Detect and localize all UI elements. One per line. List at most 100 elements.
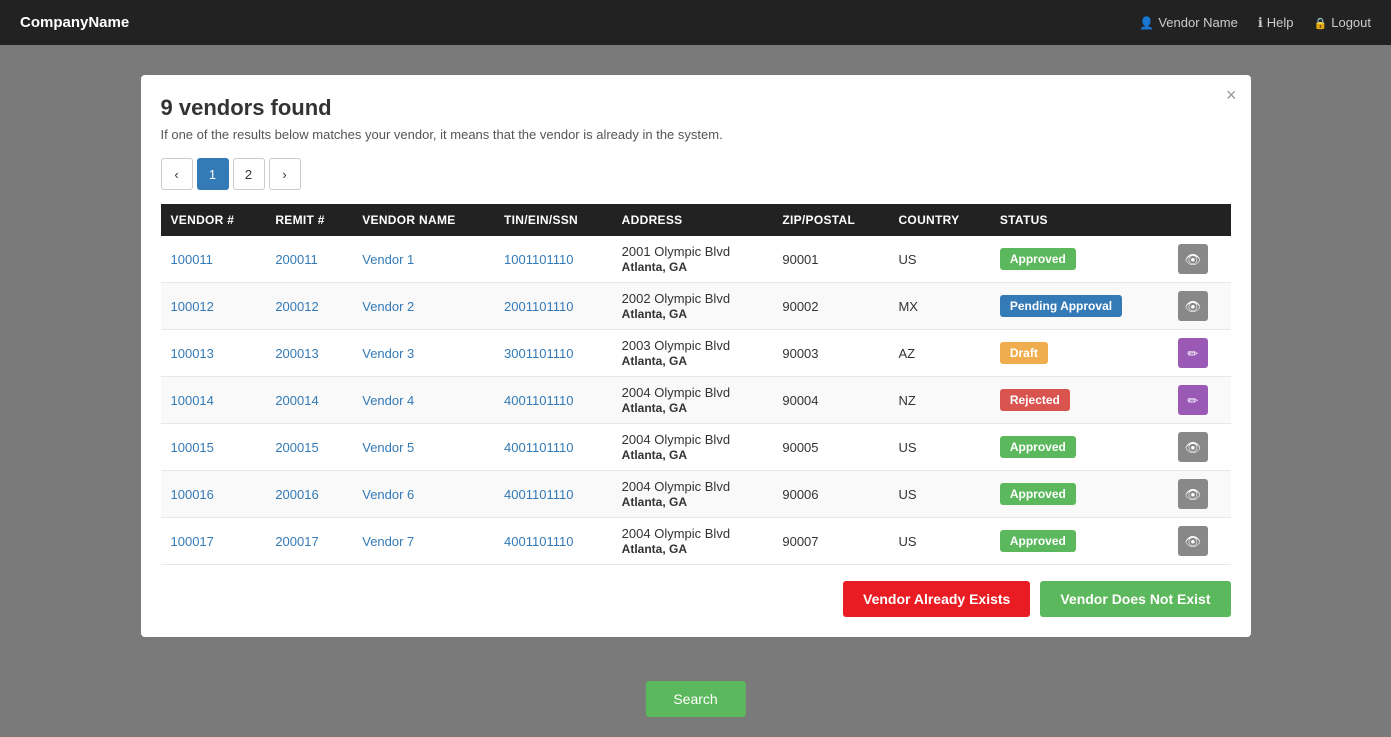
- navbar-brand: CompanyName: [20, 14, 129, 31]
- remit-num-link[interactable]: 200014: [275, 393, 318, 408]
- col-zip: ZIP/POSTAL: [772, 204, 888, 236]
- cell-tin: 4001101110: [494, 471, 612, 518]
- cell-action: [1168, 377, 1231, 424]
- tin-link[interactable]: 1001101110: [504, 252, 573, 267]
- cell-remit-num: 200014: [265, 377, 352, 424]
- tin-link[interactable]: 2001101110: [504, 299, 573, 314]
- eye-icon: [1185, 533, 1202, 550]
- vendor-num-link[interactable]: 100017: [171, 534, 214, 549]
- remit-num-link[interactable]: 200016: [275, 487, 318, 502]
- pagination: ‹ 1 2 ›: [161, 158, 1231, 190]
- cell-address: 2004 Olympic BlvdAtlanta, GA: [612, 518, 773, 565]
- cell-country: US: [888, 236, 989, 283]
- table-row: 100012 200012 Vendor 2 2001101110 2002 O…: [161, 283, 1231, 330]
- vendor-num-link[interactable]: 100011: [171, 252, 213, 267]
- cell-status: Draft: [990, 330, 1168, 377]
- vendor-does-not-exist-button[interactable]: Vendor Does Not Exist: [1040, 581, 1230, 617]
- modal-footer: Vendor Already Exists Vendor Does Not Ex…: [161, 581, 1231, 617]
- action-view-button[interactable]: [1178, 291, 1208, 321]
- table-body: 100011 200011 Vendor 1 1001101110 2001 O…: [161, 236, 1231, 565]
- vendor-name-link[interactable]: Vendor 7: [362, 534, 414, 549]
- action-view-button[interactable]: [1178, 244, 1208, 274]
- table-row: 100015 200015 Vendor 5 4001101110 2004 O…: [161, 424, 1231, 471]
- cell-address: 2004 Olympic BlvdAtlanta, GA: [612, 424, 773, 471]
- vendor-already-exists-button[interactable]: Vendor Already Exists: [843, 581, 1030, 617]
- help-link[interactable]: Help: [1258, 15, 1294, 31]
- eye-icon: [1185, 251, 1202, 268]
- cell-remit-num: 200016: [265, 471, 352, 518]
- vendor-num-link[interactable]: 100014: [171, 393, 214, 408]
- vendor-name-link[interactable]: Vendor 2: [362, 299, 414, 314]
- col-vendor-num: VENDOR #: [161, 204, 266, 236]
- vendor-num-link[interactable]: 100012: [171, 299, 214, 314]
- tin-link[interactable]: 3001101110: [504, 346, 573, 361]
- vendor-name-link[interactable]: Vendor 6: [362, 487, 414, 502]
- remit-num-link[interactable]: 200012: [275, 299, 318, 314]
- modal-close-button[interactable]: ×: [1226, 85, 1237, 106]
- cell-status: Approved: [990, 471, 1168, 518]
- cell-status: Approved: [990, 424, 1168, 471]
- cell-remit-num: 200013: [265, 330, 352, 377]
- tin-link[interactable]: 4001101110: [504, 393, 573, 408]
- cell-vendor-name: Vendor 5: [352, 424, 494, 471]
- remit-num-link[interactable]: 200013: [275, 346, 318, 361]
- action-view-button[interactable]: [1178, 432, 1208, 462]
- cell-remit-num: 200011: [265, 236, 352, 283]
- vendor-num-link[interactable]: 100015: [171, 440, 214, 455]
- remit-num-link[interactable]: 200015: [275, 440, 318, 455]
- vendor-num-link[interactable]: 100016: [171, 487, 214, 502]
- vendor-num-link[interactable]: 100013: [171, 346, 214, 361]
- lock-icon: [1314, 15, 1328, 30]
- status-badge: Rejected: [1000, 389, 1070, 411]
- cell-tin: 4001101110: [494, 518, 612, 565]
- pagination-page-1[interactable]: 1: [197, 158, 229, 190]
- pagination-page-2[interactable]: 2: [233, 158, 265, 190]
- logout-link[interactable]: Logout: [1314, 15, 1371, 30]
- help-icon: [1258, 15, 1263, 31]
- table-row: 100016 200016 Vendor 6 4001101110 2004 O…: [161, 471, 1231, 518]
- cell-tin: 2001101110: [494, 283, 612, 330]
- action-view-button[interactable]: [1178, 526, 1208, 556]
- cell-address: 2002 Olympic BlvdAtlanta, GA: [612, 283, 773, 330]
- pencil-icon: [1187, 345, 1198, 362]
- cell-country: NZ: [888, 377, 989, 424]
- cell-status: Approved: [990, 236, 1168, 283]
- cell-zip: 90002: [772, 283, 888, 330]
- action-edit-button[interactable]: [1178, 338, 1208, 368]
- cell-address: 2004 Olympic BlvdAtlanta, GA: [612, 377, 773, 424]
- cell-tin: 4001101110: [494, 377, 612, 424]
- cell-country: US: [888, 424, 989, 471]
- action-edit-button[interactable]: [1178, 385, 1208, 415]
- cell-vendor-num: 100012: [161, 283, 266, 330]
- cell-vendor-name: Vendor 2: [352, 283, 494, 330]
- remit-num-link[interactable]: 200017: [275, 534, 318, 549]
- vendor-name-link[interactable]: Vendor 1: [362, 252, 414, 267]
- pagination-next[interactable]: ›: [269, 158, 301, 190]
- cell-action: [1168, 330, 1231, 377]
- col-vendor-name: VENDOR NAME: [352, 204, 494, 236]
- vendor-modal: × 9 vendors found If one of the results …: [141, 75, 1251, 637]
- search-button[interactable]: Search: [645, 681, 745, 717]
- cell-tin: 1001101110: [494, 236, 612, 283]
- eye-icon: [1185, 439, 1202, 456]
- vendor-name-link[interactable]: Vendor Name: [1139, 15, 1237, 30]
- cell-remit-num: 200012: [265, 283, 352, 330]
- action-view-button[interactable]: [1178, 479, 1208, 509]
- vendor-name-link[interactable]: Vendor 4: [362, 393, 414, 408]
- pagination-prev[interactable]: ‹: [161, 158, 193, 190]
- status-badge: Pending Approval: [1000, 295, 1122, 317]
- navbar-right: Vendor Name Help Logout: [1139, 15, 1371, 31]
- tin-link[interactable]: 4001101110: [504, 487, 573, 502]
- status-badge: Approved: [1000, 483, 1076, 505]
- tin-link[interactable]: 4001101110: [504, 440, 573, 455]
- cell-vendor-num: 100014: [161, 377, 266, 424]
- cell-address: 2003 Olympic BlvdAtlanta, GA: [612, 330, 773, 377]
- cell-action: [1168, 236, 1231, 283]
- cell-vendor-num: 100013: [161, 330, 266, 377]
- vendor-name-link[interactable]: Vendor 3: [362, 346, 414, 361]
- vendor-name-link[interactable]: Vendor 5: [362, 440, 414, 455]
- tin-link[interactable]: 4001101110: [504, 534, 573, 549]
- cell-status: Pending Approval: [990, 283, 1168, 330]
- remit-num-link[interactable]: 200011: [275, 252, 317, 267]
- cell-vendor-name: Vendor 6: [352, 471, 494, 518]
